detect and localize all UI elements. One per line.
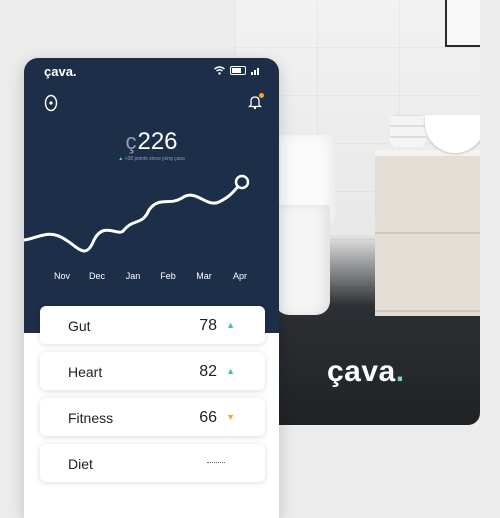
month-label: Feb bbox=[160, 271, 176, 281]
signal-icon bbox=[251, 68, 259, 75]
month-axis: Nov Dec Jan Feb Mar Apr bbox=[24, 271, 279, 283]
score-display: ç226 bbox=[24, 128, 279, 156]
drawer bbox=[375, 156, 480, 234]
score-trend-line bbox=[24, 181, 243, 253]
month-label: Mar bbox=[196, 271, 212, 281]
metric-value: 78 bbox=[199, 317, 217, 334]
metric-name: Diet bbox=[68, 456, 93, 472]
trend-up-icon: ▲ bbox=[226, 366, 235, 376]
trend-up-icon: ▲ bbox=[226, 320, 235, 330]
month-label: Nov bbox=[53, 271, 71, 281]
phone-screen: çava. ç226 ▲ +38 points since joing çava… bbox=[24, 58, 279, 518]
score-note-text: +38 points since joing çava bbox=[124, 156, 185, 162]
app-brand: çava. bbox=[44, 64, 77, 79]
month-label: Apr bbox=[232, 271, 248, 281]
month-label: Dec bbox=[88, 271, 106, 281]
score-note: ▲ +38 points since joing çava bbox=[24, 156, 279, 162]
month-label: Jan bbox=[125, 271, 141, 281]
brand-logo: çava. bbox=[327, 355, 405, 389]
wifi-icon bbox=[214, 66, 225, 75]
metric-name: Fitness bbox=[68, 410, 114, 426]
score-trend-endpoint[interactable] bbox=[234, 174, 250, 190]
score-prefix: ç bbox=[125, 129, 137, 154]
mirror bbox=[445, 0, 480, 47]
metric-value: 82 bbox=[199, 363, 217, 380]
vanity-cabinet bbox=[375, 150, 480, 316]
brand-logo-dot: . bbox=[395, 355, 405, 388]
score-note-arrow: ▲ bbox=[118, 156, 124, 162]
trend-down-icon: ▼ bbox=[226, 412, 235, 422]
metric-card-gut[interactable]: Gut 78 ▲ bbox=[40, 306, 265, 344]
drawer bbox=[375, 234, 480, 312]
notification-dot bbox=[259, 93, 264, 98]
toilet-bowl bbox=[275, 205, 330, 315]
notification-bell-icon[interactable] bbox=[247, 93, 264, 115]
metric-cards: Gut 78 ▲ Heart 82 ▲ Fitness 66 ▼ Diet bbox=[40, 306, 265, 490]
brand-logo-text: çava bbox=[327, 355, 396, 388]
metric-name: Gut bbox=[68, 318, 91, 334]
metric-value-placeholder bbox=[207, 462, 225, 463]
metric-name: Heart bbox=[68, 364, 103, 380]
metric-value: 66 bbox=[199, 409, 217, 426]
score-trend-chart bbox=[24, 174, 250, 253]
status-bar: çava. bbox=[44, 64, 261, 80]
score-value: 226 bbox=[137, 128, 178, 155]
metric-card-diet[interactable]: Diet bbox=[40, 444, 265, 482]
metric-card-fitness[interactable]: Fitness 66 ▼ bbox=[40, 398, 265, 436]
home-sensor-icon[interactable] bbox=[44, 94, 58, 117]
battery-icon bbox=[230, 66, 246, 75]
status-icons bbox=[214, 66, 261, 75]
towels bbox=[390, 115, 426, 147]
metric-card-heart[interactable]: Heart 82 ▲ bbox=[40, 352, 265, 390]
top-icons bbox=[44, 93, 264, 117]
